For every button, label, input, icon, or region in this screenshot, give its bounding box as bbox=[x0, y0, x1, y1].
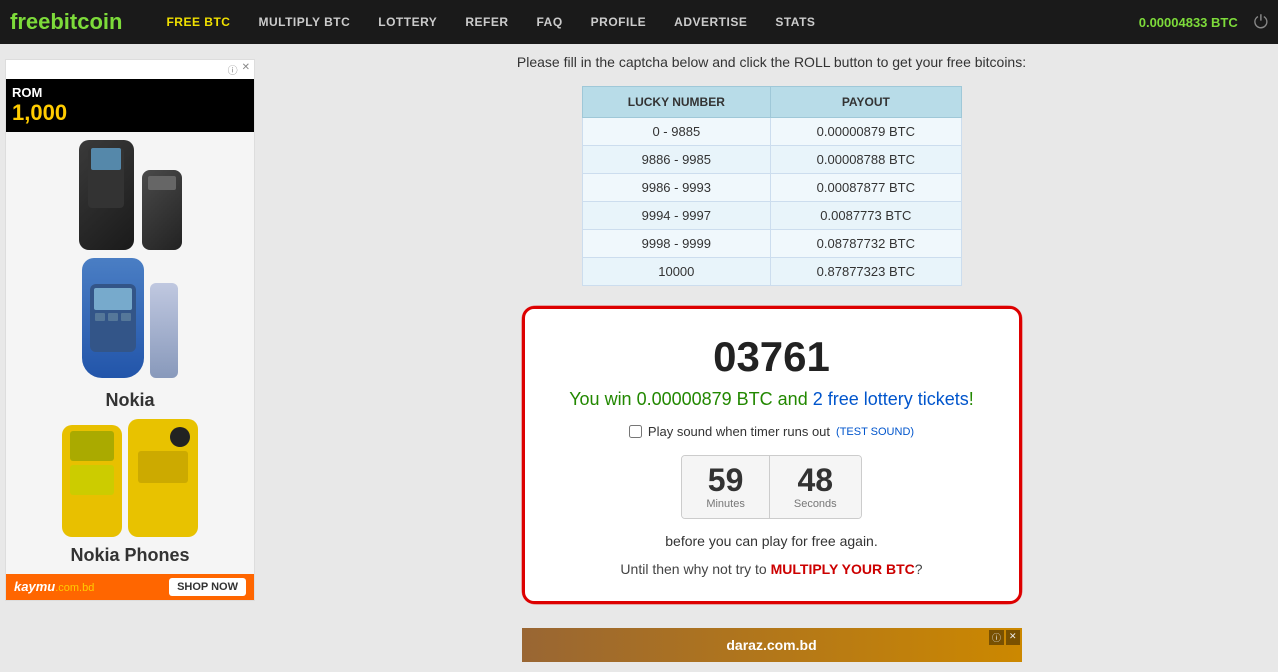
before-text: before you can play for free again. bbox=[665, 533, 877, 549]
range-1: 9886 - 9985 bbox=[582, 146, 771, 174]
seconds-value: 48 bbox=[797, 464, 833, 496]
instruction-text: Please fill in the captcha below and cli… bbox=[517, 54, 1026, 70]
range-0: 0 - 9885 bbox=[582, 118, 771, 146]
payout-2: 0.00087877 BTC bbox=[771, 174, 961, 202]
shop-now-button[interactable]: SHOP NOW bbox=[169, 578, 246, 596]
ad-brand-name: kaymu.com.bd bbox=[14, 578, 94, 596]
phone-dark-large bbox=[79, 140, 134, 250]
until-prefix: Until then why not try to bbox=[620, 561, 770, 577]
result-box: 03761 You win 0.00000879 BTC and 2 free … bbox=[522, 306, 1022, 604]
lucky-number-header: LUCKY NUMBER bbox=[582, 87, 771, 118]
phone-dark-small bbox=[142, 170, 182, 250]
phone-yellow-1 bbox=[62, 425, 122, 537]
until-text: Until then why not try to MULTIPLY YOUR … bbox=[620, 561, 922, 577]
sound-row: Play sound when timer runs out (TEST SOU… bbox=[629, 424, 914, 439]
phone-yellow-camera bbox=[128, 419, 198, 537]
table-row: 9994 - 9997 0.0087773 BTC bbox=[582, 202, 961, 230]
bottom-ad-content: daraz.com.bd bbox=[522, 628, 1022, 662]
sound-label: Play sound when timer runs out bbox=[648, 424, 830, 439]
ad-info-small[interactable]: ⓘ bbox=[989, 630, 1004, 645]
table-row: 9998 - 9999 0.08787732 BTC bbox=[582, 230, 961, 258]
ad-controls: ⓘ ✕ bbox=[989, 630, 1020, 645]
payout-header: PAYOUT bbox=[771, 87, 961, 118]
win-prefix: You win 0.00000879 BTC and bbox=[569, 389, 813, 409]
ad-price: 1,000 bbox=[12, 100, 248, 126]
payout-5: 0.87877323 BTC bbox=[771, 258, 961, 286]
nokia-label: Nokia bbox=[105, 390, 154, 411]
phone-group-3 bbox=[62, 419, 198, 537]
nav-links: FREE BTC MULTIPLY BTC LOTTERY REFER FAQ … bbox=[152, 0, 1138, 44]
instruction-label: Please fill in the captcha below and cli… bbox=[517, 54, 1026, 70]
minutes-value: 59 bbox=[708, 464, 744, 496]
bottom-ad: daraz.com.bd ⓘ ✕ bbox=[275, 628, 1268, 662]
table-row: 9986 - 9993 0.00087877 BTC bbox=[582, 174, 961, 202]
nav-advertise[interactable]: ADVERTISE bbox=[660, 0, 761, 44]
ad-rom-label: ROM bbox=[12, 85, 248, 100]
win-text: You win 0.00000879 BTC and 2 free lotter… bbox=[569, 389, 974, 410]
win-suffix: ! bbox=[969, 389, 974, 409]
nav-stats[interactable]: STATS bbox=[761, 0, 829, 44]
bottom-ad-box: daraz.com.bd ⓘ ✕ bbox=[522, 628, 1022, 662]
nav-multiply-btc[interactable]: MULTIPLY BTC bbox=[244, 0, 364, 44]
lucky-number-table: LUCKY NUMBER PAYOUT 0 - 9885 0.00000879 … bbox=[582, 86, 962, 286]
until-suffix: ? bbox=[915, 561, 923, 577]
ad-close-bar: ⓘ ✕ bbox=[6, 60, 254, 79]
timer-box: 59 Minutes 48 Seconds bbox=[681, 455, 861, 519]
range-5: 10000 bbox=[582, 258, 771, 286]
nokia-phones-label: Nokia Phones bbox=[70, 545, 189, 566]
kaymu-suffix: .com.bd bbox=[55, 582, 94, 594]
ad-close-small[interactable]: ✕ bbox=[1006, 630, 1020, 645]
bottom-ad-text: daraz.com.bd bbox=[726, 637, 816, 653]
kaymu-text: kaymu bbox=[14, 579, 55, 594]
table-row: 0 - 9885 0.00000879 BTC bbox=[582, 118, 961, 146]
minutes-segment: 59 Minutes bbox=[682, 456, 769, 518]
test-sound-link[interactable]: (TEST SOUND) bbox=[836, 426, 914, 438]
ad-phones-section: Nokia Nokia Phones bbox=[6, 132, 254, 574]
phone-group-2 bbox=[82, 258, 178, 378]
nav-faq[interactable]: FAQ bbox=[522, 0, 576, 44]
lucky-number-result: 03761 bbox=[713, 333, 830, 381]
phone-group-1 bbox=[79, 140, 182, 250]
range-3: 9994 - 9997 bbox=[582, 202, 771, 230]
payout-0: 0.00000879 BTC bbox=[771, 118, 961, 146]
ad-box: ⓘ ✕ ROM 1,000 bbox=[5, 59, 255, 601]
nav-profile[interactable]: PROFILE bbox=[577, 0, 661, 44]
nav-lottery[interactable]: LOTTERY bbox=[364, 0, 451, 44]
brand-logo[interactable]: freebitcoin bbox=[10, 9, 122, 35]
main-content: ⓘ ✕ ROM 1,000 bbox=[0, 44, 1278, 672]
table-row: 10000 0.87877323 BTC bbox=[582, 258, 961, 286]
power-icon[interactable]: ⏻ bbox=[1254, 12, 1268, 33]
payout-1: 0.00008788 BTC bbox=[771, 146, 961, 174]
multiply-btc-link[interactable]: MULTIPLY YOUR BTC bbox=[771, 561, 915, 577]
table-row: 9886 - 9985 0.00008788 BTC bbox=[582, 146, 961, 174]
balance-display: 0.00004833 BTC bbox=[1139, 15, 1238, 30]
seconds-segment: 48 Seconds bbox=[769, 456, 861, 518]
brand-bitcoin: bitcoin bbox=[50, 9, 122, 34]
seconds-label: Seconds bbox=[794, 498, 837, 510]
nav-refer[interactable]: REFER bbox=[451, 0, 522, 44]
payout-4: 0.08787732 BTC bbox=[771, 230, 961, 258]
nav-free-btc[interactable]: FREE BTC bbox=[152, 0, 244, 44]
ad-promo-top: ROM 1,000 bbox=[6, 79, 254, 132]
range-2: 9986 - 9993 bbox=[582, 174, 771, 202]
ad-bottom-bar: kaymu.com.bd SHOP NOW bbox=[6, 574, 254, 600]
ad-info-icon[interactable]: ⓘ bbox=[228, 62, 238, 77]
range-4: 9998 - 9999 bbox=[582, 230, 771, 258]
center-content: Please fill in the captcha below and cli… bbox=[265, 54, 1278, 662]
left-advertisement: ⓘ ✕ ROM 1,000 bbox=[0, 54, 265, 662]
sound-checkbox[interactable] bbox=[629, 425, 642, 438]
ad-close-icon[interactable]: ✕ bbox=[242, 62, 250, 77]
brand-free: free bbox=[10, 9, 50, 34]
phone-slim bbox=[150, 283, 178, 378]
lottery-tickets-link[interactable]: 2 free lottery tickets bbox=[813, 389, 969, 409]
payout-3: 0.0087773 BTC bbox=[771, 202, 961, 230]
minutes-label: Minutes bbox=[706, 498, 745, 510]
phone-nokia-blue bbox=[82, 258, 144, 378]
navbar: freebitcoin FREE BTC MULTIPLY BTC LOTTER… bbox=[0, 0, 1278, 44]
